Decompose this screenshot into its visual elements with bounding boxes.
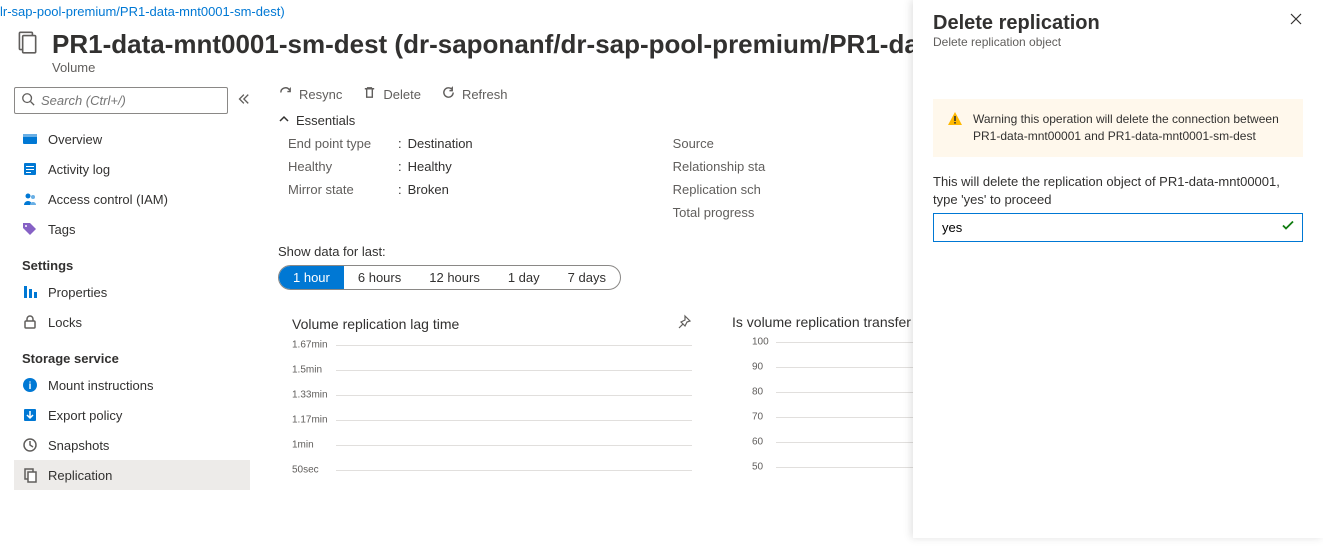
- volume-icon: [14, 29, 40, 58]
- sidebar-item-access[interactable]: Access control (IAM): [14, 184, 250, 214]
- sidebar-item-label: Mount instructions: [48, 378, 154, 393]
- sidebar-item-label: Access control (IAM): [48, 192, 168, 207]
- range-1hour[interactable]: 1 hour: [279, 266, 344, 289]
- snapshots-icon: [22, 437, 38, 453]
- replication-icon: [22, 467, 38, 483]
- sidebar-item-mount[interactable]: i Mount instructions: [14, 370, 250, 400]
- resync-icon: [278, 85, 293, 103]
- panel-subtitle: Delete replication object: [933, 35, 1100, 49]
- sidebar-item-label: Replication: [48, 468, 112, 483]
- refresh-icon: [441, 85, 456, 103]
- section-storage: Storage service: [14, 337, 250, 370]
- sidebar: Overview Activity log Access control (IA…: [0, 77, 258, 551]
- sidebar-item-locks[interactable]: Locks: [14, 307, 250, 337]
- range-1day[interactable]: 1 day: [494, 266, 554, 289]
- sidebar-item-replication[interactable]: Replication: [14, 460, 250, 490]
- check-icon: [1281, 219, 1295, 236]
- chart-lag-time: Volume replication lag time 1.67min 1.5m…: [292, 314, 692, 495]
- sidebar-item-activity[interactable]: Activity log: [14, 154, 250, 184]
- search-icon: [21, 92, 41, 109]
- warning-icon: [947, 111, 963, 145]
- sidebar-item-tags[interactable]: Tags: [14, 214, 250, 244]
- warning-box: Warning this operation will delete the c…: [933, 99, 1303, 157]
- breadcrumb-link[interactable]: lr-sap-pool-premium/PR1-data-mnt0001-sm-…: [0, 4, 285, 19]
- overview-icon: [22, 131, 38, 147]
- lock-icon: [22, 314, 38, 330]
- export-policy-icon: [22, 407, 38, 423]
- trash-icon: [362, 85, 377, 103]
- activity-log-icon: [22, 161, 38, 177]
- resync-button[interactable]: Resync: [278, 85, 342, 103]
- tags-icon: [22, 221, 38, 237]
- access-control-icon: [22, 191, 38, 207]
- sidebar-item-overview[interactable]: Overview: [14, 124, 250, 154]
- search-input[interactable]: [41, 93, 221, 108]
- close-panel-button[interactable]: [1289, 12, 1303, 29]
- range-12hours[interactable]: 12 hours: [415, 266, 494, 289]
- svg-text:i: i: [29, 381, 32, 392]
- section-settings: Settings: [14, 244, 250, 277]
- pin-icon[interactable]: [676, 314, 692, 333]
- sidebar-item-label: Snapshots: [48, 438, 109, 453]
- page-subtitle: Volume: [52, 60, 998, 75]
- panel-title: Delete replication: [933, 12, 1100, 35]
- collapse-sidebar-button[interactable]: [236, 92, 250, 109]
- sidebar-item-label: Overview: [48, 132, 102, 147]
- sidebar-item-label: Export policy: [48, 408, 122, 423]
- properties-icon: [22, 284, 38, 300]
- refresh-button[interactable]: Refresh: [441, 85, 508, 103]
- warning-text: Warning this operation will delete the c…: [973, 111, 1289, 145]
- search-box[interactable]: [14, 87, 228, 114]
- delete-replication-panel: Delete replication Delete replication ob…: [913, 0, 1323, 538]
- sidebar-item-label: Tags: [48, 222, 75, 237]
- range-7days[interactable]: 7 days: [554, 266, 620, 289]
- delete-button[interactable]: Delete: [362, 85, 421, 103]
- close-icon: [1289, 14, 1303, 29]
- sidebar-item-properties[interactable]: Properties: [14, 277, 250, 307]
- page-title: PR1-data-mnt0001-sm-dest (dr-saponanf/dr…: [52, 29, 998, 60]
- info-icon: i: [22, 377, 38, 393]
- chevron-up-icon: [278, 113, 290, 128]
- confirm-input[interactable]: [933, 213, 1303, 242]
- time-range-group: 1 hour 6 hours 12 hours 1 day 7 days: [278, 265, 621, 290]
- sidebar-item-export[interactable]: Export policy: [14, 400, 250, 430]
- sidebar-item-label: Properties: [48, 285, 107, 300]
- sidebar-item-label: Activity log: [48, 162, 110, 177]
- sidebar-item-snapshots[interactable]: Snapshots: [14, 430, 250, 460]
- sidebar-item-label: Locks: [48, 315, 82, 330]
- range-6hours[interactable]: 6 hours: [344, 266, 415, 289]
- confirm-text: This will delete the replication object …: [933, 173, 1303, 209]
